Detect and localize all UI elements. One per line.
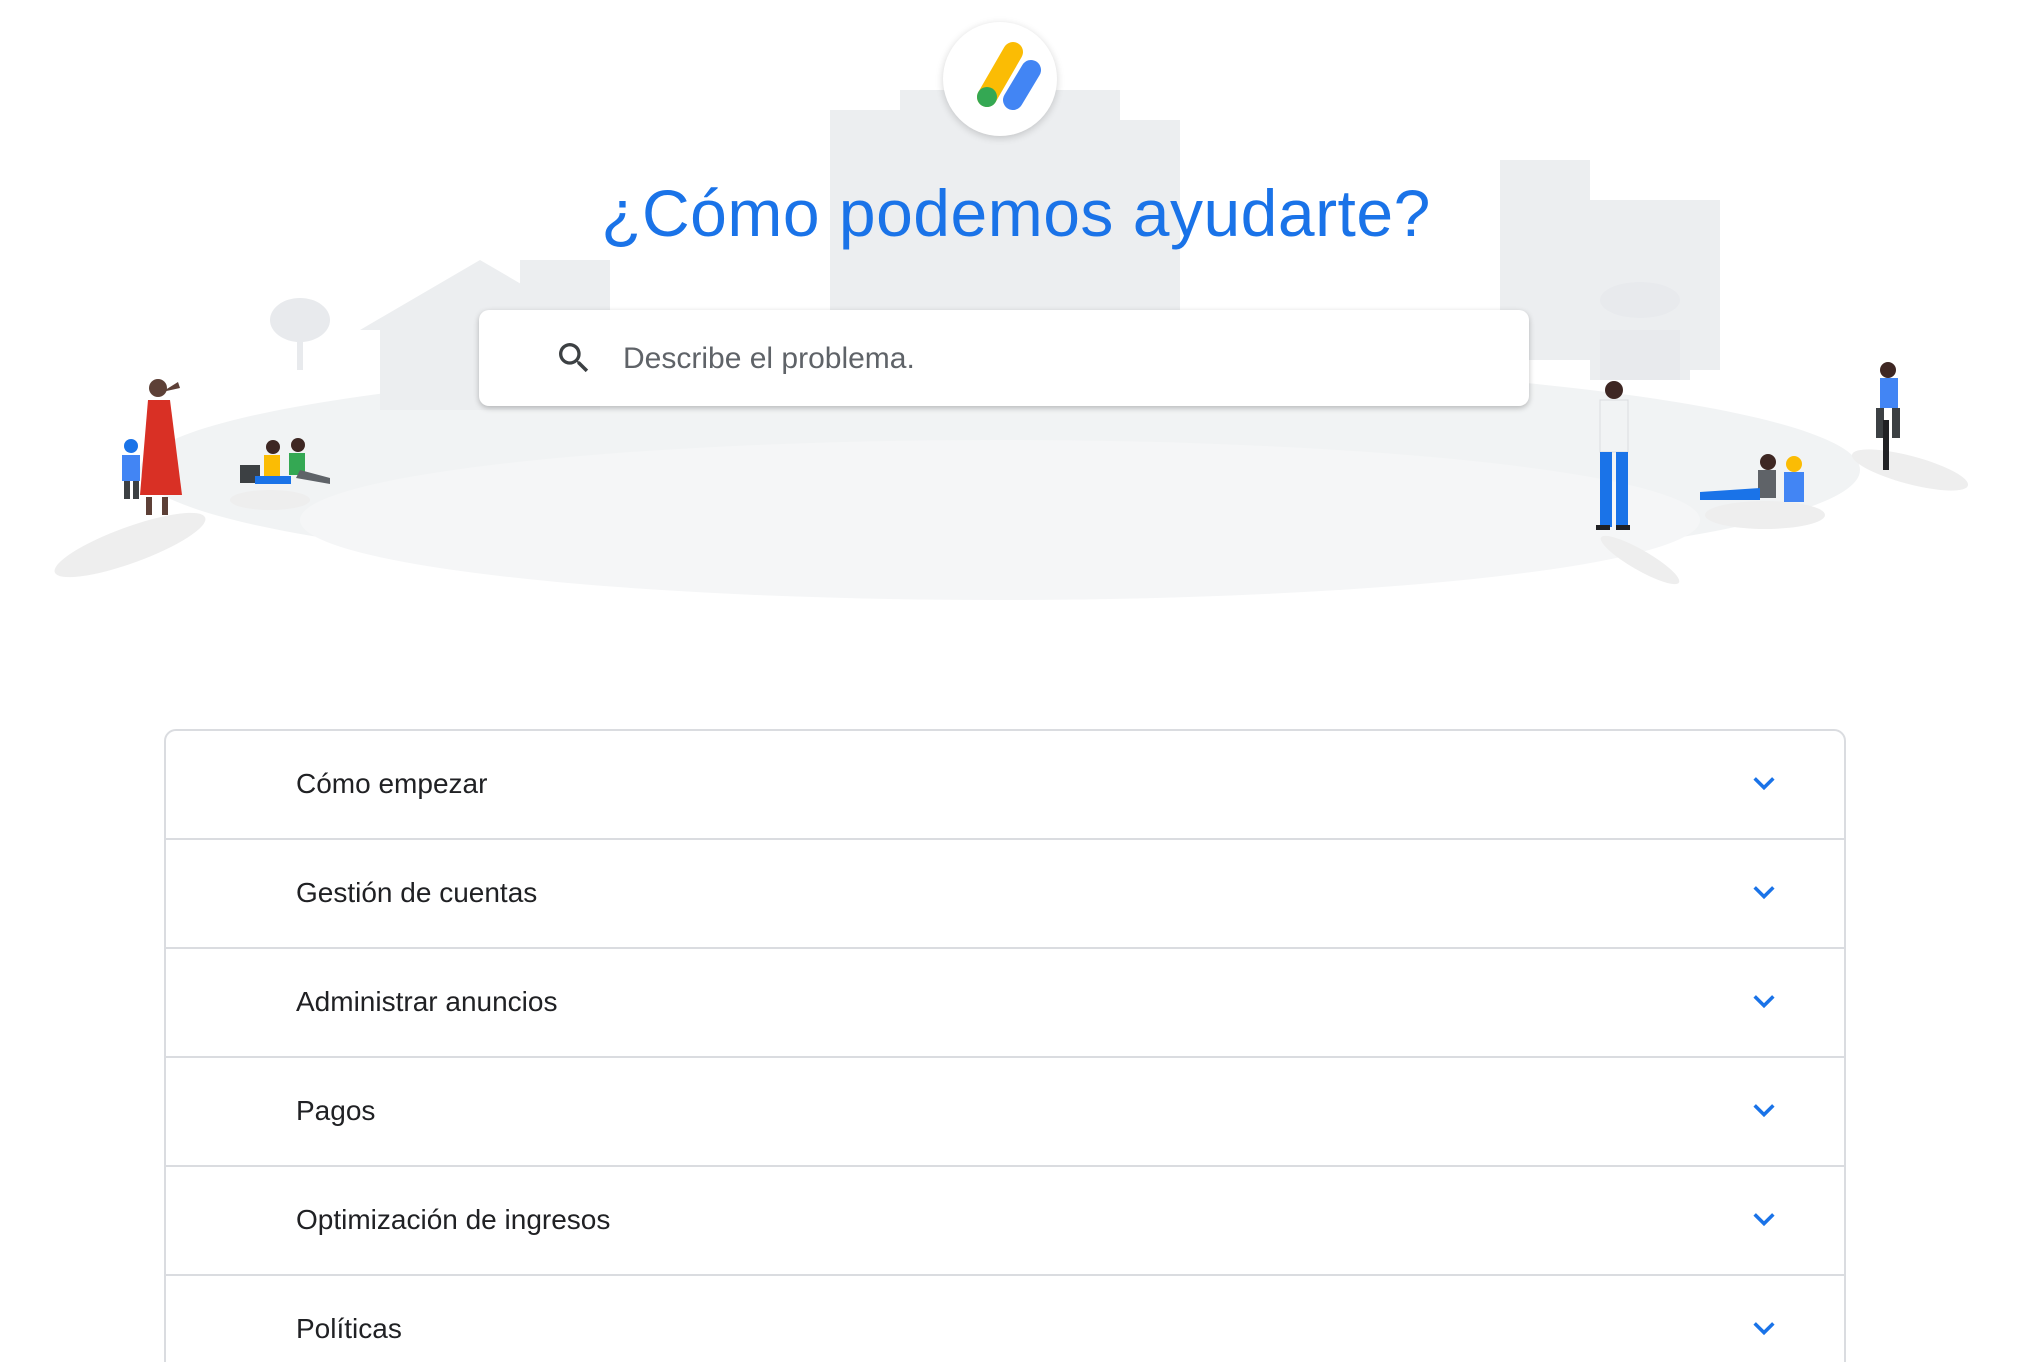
topic-item[interactable]: Políticas bbox=[166, 1276, 1844, 1362]
chevron-down-icon[interactable] bbox=[1750, 878, 1778, 906]
topics-accordion: Cómo empezar Gestión de cuentas Administ… bbox=[164, 729, 1846, 1362]
topic-label: Administrar anuncios bbox=[296, 986, 558, 1017]
chevron-down-icon[interactable] bbox=[1750, 1205, 1778, 1233]
topic-item[interactable]: Gestión de cuentas bbox=[166, 840, 1844, 949]
topic-item[interactable]: Administrar anuncios bbox=[166, 949, 1844, 1058]
topic-item[interactable]: Pagos bbox=[166, 1058, 1844, 1167]
chevron-down-icon[interactable] bbox=[1750, 769, 1778, 797]
search-icon[interactable] bbox=[554, 338, 594, 378]
topic-label: Pagos bbox=[296, 1095, 376, 1126]
chevron-down-icon[interactable] bbox=[1750, 1314, 1778, 1342]
person-child bbox=[122, 439, 140, 499]
help-center-page: ¿Cómo podemos ayudarte? Cómo empezar Ges… bbox=[0, 0, 2032, 1362]
topic-label: Gestión de cuentas bbox=[296, 877, 538, 908]
person-red-dress bbox=[140, 379, 182, 515]
topic-item[interactable]: Optimización de ingresos bbox=[166, 1167, 1844, 1276]
search-input[interactable] bbox=[621, 328, 1485, 390]
topic-label: Optimización de ingresos bbox=[296, 1204, 611, 1235]
adsense-logo-icon bbox=[943, 22, 1057, 136]
topic-label: Políticas bbox=[296, 1313, 402, 1344]
topic-item[interactable]: Cómo empezar bbox=[166, 731, 1844, 840]
search-box[interactable] bbox=[479, 310, 1529, 406]
page-title: ¿Cómo podemos ayudarte? bbox=[601, 176, 1431, 250]
topic-label: Cómo empezar bbox=[296, 768, 488, 799]
chevron-down-icon[interactable] bbox=[1750, 987, 1778, 1015]
chevron-down-icon[interactable] bbox=[1750, 1096, 1778, 1124]
